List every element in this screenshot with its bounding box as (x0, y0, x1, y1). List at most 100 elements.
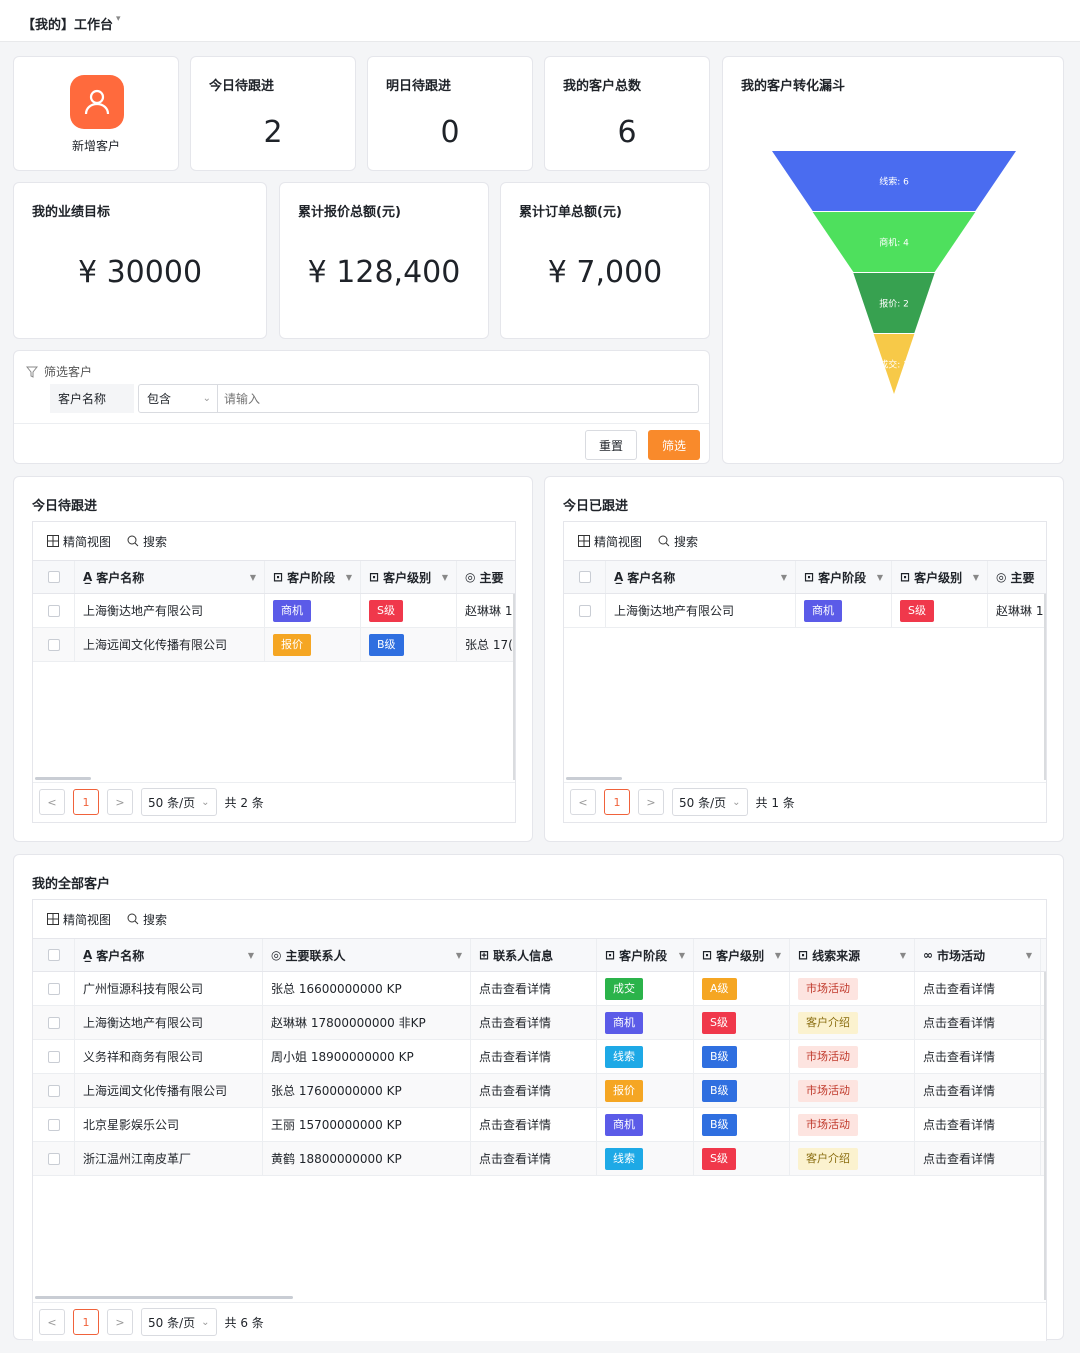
col-header[interactable]: ⊡ 客户级别 ▼ (361, 561, 457, 593)
vertical-scrollbar[interactable] (513, 594, 515, 780)
horizontal-scrollbar[interactable] (35, 1296, 293, 1299)
page-number[interactable]: 1 (604, 789, 630, 815)
row-checkbox[interactable] (33, 972, 75, 1005)
stage-cell: 线索 (597, 1142, 694, 1175)
col-header[interactable]: ∞ 市场活动 ▼ (915, 939, 1041, 971)
table-row[interactable]: 义务祥和商务有限公司 周小姐 18900000000 KP 点击查看详情 线索 B级 市场… (33, 1040, 1046, 1074)
page-size-select[interactable]: 50 条/页 ⌄ (141, 1308, 217, 1336)
contact-info-link[interactable]: 点击查看详情 (471, 972, 597, 1005)
reset-button[interactable]: 重置 (585, 430, 637, 460)
table-row[interactable]: 上海衡达地产有限公司 商机 S级 赵琳琳 1 (33, 594, 515, 628)
prev-page-button[interactable]: < (39, 1309, 65, 1335)
compact-view-button[interactable]: 精简视图 (578, 533, 642, 550)
search-button[interactable]: 搜索 (127, 911, 167, 928)
select-all-checkbox[interactable] (33, 939, 75, 971)
col-header[interactable]: ◎ 主要联系人 ▼ (263, 939, 471, 971)
col-header[interactable]: ⊡ 客户阶段 ▼ (597, 939, 694, 971)
col-header[interactable]: ◎ 主要 (457, 561, 515, 593)
col-header[interactable]: ⊡ 客户级别 ▼ (892, 561, 988, 593)
next-page-button[interactable]: > (638, 789, 664, 815)
page-number[interactable]: 1 (73, 789, 99, 815)
activity-link[interactable]: 点击查看详情 (915, 1142, 1041, 1175)
customer-name[interactable]: 浙江温州江南皮革厂 (75, 1142, 263, 1175)
col-header[interactable]: A̲ 客户名称 ▼ (606, 561, 796, 593)
total-count: 共 6 条 (224, 1315, 264, 1330)
col-header[interactable]: ⊡ 客户级别 ▼ (694, 939, 790, 971)
new-customer-card[interactable]: 新增客户 (13, 56, 179, 171)
table-row[interactable]: 浙江温州江南皮革厂 黄鹤 18800000000 KP 点击查看详情 线索 S级 客户介绍… (33, 1142, 1046, 1176)
customer-name[interactable]: 北京星影娱乐公司 (75, 1108, 263, 1141)
vertical-scrollbar[interactable] (1044, 594, 1046, 780)
horizontal-scrollbar[interactable] (566, 777, 622, 780)
filter-operator-select[interactable]: 包含 ⌄ (138, 384, 218, 413)
contact-info-link[interactable]: 点击查看详情 (471, 1074, 597, 1107)
search-button[interactable]: 搜索 (658, 533, 698, 550)
activity-link[interactable]: 点击查看详情 (915, 972, 1041, 1005)
col-header[interactable]: ⊡ 线索来源 ▼ (790, 939, 915, 971)
table-row[interactable]: 广州恒源科技有限公司 张总 16600000000 KP 点击查看详情 成交 A级 市场活… (33, 972, 1046, 1006)
next-page-button[interactable]: > (107, 789, 133, 815)
select-all-checkbox[interactable] (564, 561, 606, 593)
table-row[interactable]: 上海远闻文化传播有限公司 张总 17600000000 KP 点击查看详情 报价 B级市… (33, 1074, 1046, 1108)
search-button[interactable]: 搜索 (127, 533, 167, 550)
customer-name[interactable]: 上海衡达地产有限公司 (75, 1006, 263, 1039)
row-checkbox[interactable] (564, 594, 606, 627)
row-checkbox[interactable] (33, 1074, 75, 1107)
customer-name[interactable]: 上海远闻文化传播有限公司 (75, 1074, 263, 1107)
table-row[interactable]: 北京星影娱乐公司 王丽 15700000000 KP 点击查看详情 商机 B级 市场活动点… (33, 1108, 1046, 1142)
next-page-button[interactable]: > (107, 1309, 133, 1335)
performance-target-card: 我的业绩目标 ¥ 30000 (13, 182, 267, 339)
level-cell: B级 (694, 1074, 790, 1107)
row-checkbox[interactable] (33, 628, 75, 661)
col-header[interactable]: ⊡ 客户阶段 ▼ (796, 561, 892, 593)
activity-link[interactable]: 点击查看详情 (915, 1006, 1041, 1039)
page-size-select[interactable]: 50 条/页 ⌄ (141, 788, 217, 816)
col-header[interactable]: A̲ 客户名称 ▼ (75, 561, 265, 593)
activity-link[interactable]: 点击查看详情 (915, 1108, 1041, 1141)
compact-view-button[interactable]: 精简视图 (47, 911, 111, 928)
page-title[interactable]: 【我的】工作台 (22, 14, 113, 33)
customer-name[interactable]: 上海衡达地产有限公司 (75, 594, 265, 627)
filter-search-input[interactable] (217, 384, 699, 413)
customer-name[interactable]: 广州恒源科技有限公司 (75, 972, 263, 1005)
row-checkbox[interactable] (33, 1040, 75, 1073)
page-size-value: 50 条/页 (148, 1315, 196, 1330)
contact-info-link[interactable]: 点击查看详情 (471, 1108, 597, 1141)
page-size-select[interactable]: 50 条/页 ⌄ (672, 788, 748, 816)
table-row[interactable]: 上海远闻文化传播有限公司 报价 B级 张总 17( (33, 628, 515, 662)
row-checkbox[interactable] (33, 1142, 75, 1175)
prev-page-button[interactable]: < (570, 789, 596, 815)
horizontal-scrollbar[interactable] (35, 777, 91, 780)
customer-name[interactable]: 上海远闻文化传播有限公司 (75, 628, 265, 661)
activity-link[interactable]: 点击查看详情 (915, 1074, 1041, 1107)
filter-button[interactable]: 筛选 (648, 430, 700, 460)
select-field-icon: ⊡ (798, 948, 809, 962)
row-checkbox[interactable] (33, 594, 75, 627)
contact-info-link[interactable]: 点击查看详情 (471, 1006, 597, 1039)
stage-tag: 成交 (605, 977, 643, 1000)
add-customer-icon[interactable] (70, 75, 124, 129)
chevron-down-icon: ⌄ (732, 796, 741, 808)
col-header[interactable]: ⊡ 客户阶段 ▼ (265, 561, 361, 593)
level-tag: S级 (702, 1011, 736, 1034)
table-row[interactable]: 上海衡达地产有限公司 商机 S级 赵琳琳 1 (564, 594, 1046, 628)
table-row[interactable]: 上海衡达地产有限公司 赵琳琳 17800000000 非KP 点击查看详情 商机 S级客… (33, 1006, 1046, 1040)
row-checkbox[interactable] (33, 1108, 75, 1141)
customer-name[interactable]: 上海衡达地产有限公司 (606, 594, 796, 627)
page-number[interactable]: 1 (73, 1309, 99, 1335)
col-header[interactable]: ⊞ 联系人信息 (471, 939, 597, 971)
contact-info-link[interactable]: 点击查看详情 (471, 1040, 597, 1073)
contact-info-link[interactable]: 点击查看详情 (471, 1142, 597, 1175)
col-header[interactable]: A̲ 客户名称 ▼ (75, 939, 263, 971)
compact-view-button[interactable]: 精简视图 (47, 533, 111, 550)
row-checkbox[interactable] (33, 1006, 75, 1039)
chevron-down-icon: ▼ (247, 950, 254, 960)
activity-link[interactable]: 点击查看详情 (915, 1040, 1041, 1073)
col-header[interactable]: ◎ 主要 (988, 561, 1046, 593)
link-field-icon: ∞ (923, 948, 933, 962)
select-all-checkbox[interactable] (33, 561, 75, 593)
prev-page-button[interactable]: < (39, 789, 65, 815)
chevron-down-icon[interactable]: ▾ (116, 14, 121, 24)
customer-name[interactable]: 义务祥和商务有限公司 (75, 1040, 263, 1073)
vertical-scrollbar[interactable] (1044, 972, 1046, 1300)
